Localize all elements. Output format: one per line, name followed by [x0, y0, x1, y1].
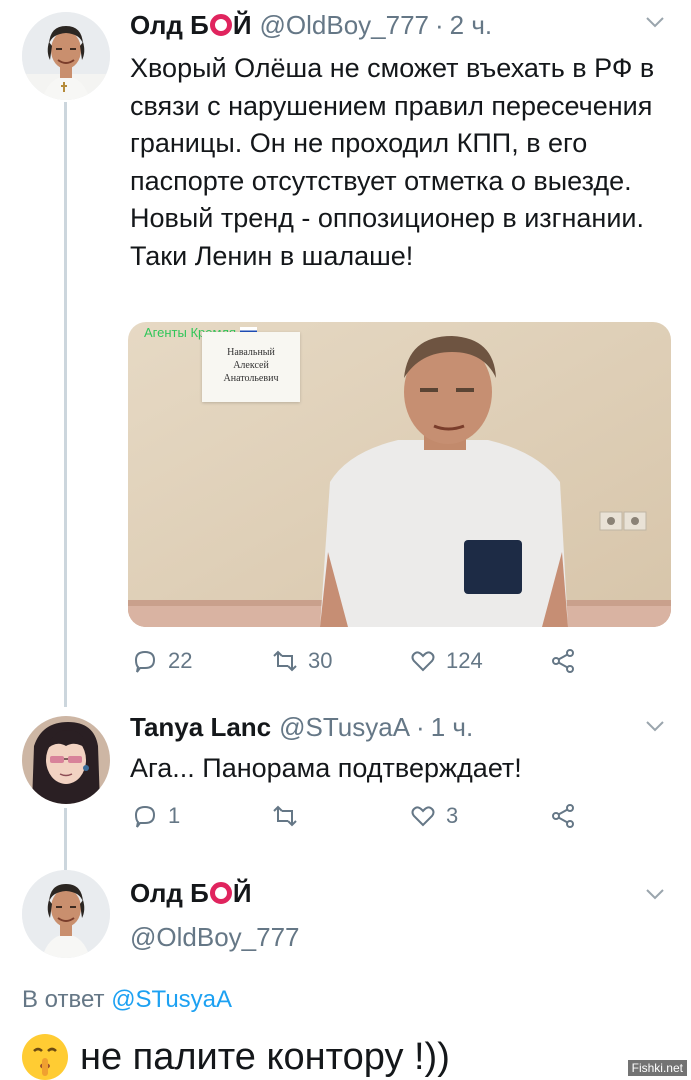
reply-count: 22 [168, 648, 193, 673]
shushing-face-icon [22, 1034, 68, 1080]
reply-icon [134, 650, 156, 673]
sign-line: Алексей [233, 360, 269, 371]
sign-line: Навальный [227, 347, 275, 358]
tweet-header: Олд БЙ @OldBoy_777 · 2 ч. [130, 10, 492, 41]
sign-line: Анатольевич [223, 373, 279, 384]
timestamp[interactable]: 1 ч. [431, 712, 473, 743]
retweet-icon [273, 650, 297, 672]
tweet-text: Хворый Олёша не сможет въехать в РФ в св… [130, 53, 655, 271]
replying-to: В ответ @STusyaA [22, 986, 232, 1014]
author-name[interactable]: Tanya Lanc [130, 712, 271, 743]
author-handle[interactable]: @OldBoy_777 [260, 10, 430, 41]
like-count: 124 [446, 648, 483, 673]
site-watermark: Fishki.net [627, 1060, 687, 1076]
like-button[interactable]: 3 [410, 803, 458, 829]
heart-icon [411, 806, 435, 827]
reply-mention-link[interactable]: @STusyaA [111, 986, 232, 1013]
retweet-button[interactable] [272, 803, 308, 829]
author-name[interactable]: Олд БЙ [130, 878, 252, 909]
reply-count: 1 [168, 803, 181, 828]
share-button[interactable] [550, 803, 576, 829]
red-ring-icon [209, 882, 232, 904]
reply-icon [134, 805, 156, 828]
author-handle[interactable]: @STusyaA [279, 712, 410, 743]
tweet-media-photo[interactable]: Агенты Кремля Навальный Алексей Анатолье… [128, 322, 671, 627]
tweet-header: Олд БЙ [130, 878, 252, 909]
avatar[interactable] [22, 12, 110, 100]
retweet-count: 30 [308, 648, 333, 673]
reply-prefix: В ответ [22, 986, 105, 1013]
avatar[interactable] [22, 870, 110, 958]
chevron-down-icon[interactable] [645, 720, 665, 732]
heart-icon [411, 651, 435, 672]
name-sign: Навальный Алексей Анатольевич [202, 332, 300, 402]
tweet-header-handle-row: @OldBoy_777 [130, 922, 300, 953]
like-count: 3 [446, 803, 459, 828]
separator-dot: · [435, 10, 444, 40]
tweet-header: Tanya Lanc @STusyaA · 1 ч. [130, 712, 473, 743]
separator-dot: · [416, 712, 425, 742]
chevron-down-icon[interactable] [645, 16, 665, 28]
avatar[interactable] [22, 716, 110, 804]
share-button[interactable] [550, 648, 576, 674]
retweet-button[interactable]: 30 [272, 648, 332, 674]
thread-connector [64, 808, 67, 870]
reply-button[interactable]: 22 [132, 648, 192, 674]
chevron-down-icon[interactable] [645, 888, 665, 900]
share-icon [552, 649, 574, 673]
retweet-icon [273, 805, 297, 827]
thread-connector [64, 102, 67, 707]
author-name[interactable]: Олд БЙ [130, 10, 252, 41]
author-handle[interactable]: @OldBoy_777 [130, 922, 300, 953]
timestamp[interactable]: 2 ч. [450, 10, 492, 41]
tweet-text-main: не палите контору !)) [22, 1034, 450, 1080]
red-ring-icon [209, 14, 232, 36]
like-button[interactable]: 124 [410, 648, 483, 674]
reply-button[interactable]: 1 [132, 803, 180, 829]
share-icon [552, 804, 574, 828]
tweet-text: Ага... Панорама подтверждает! [130, 753, 522, 783]
reply-text: не палите контору !)) [80, 1035, 450, 1078]
